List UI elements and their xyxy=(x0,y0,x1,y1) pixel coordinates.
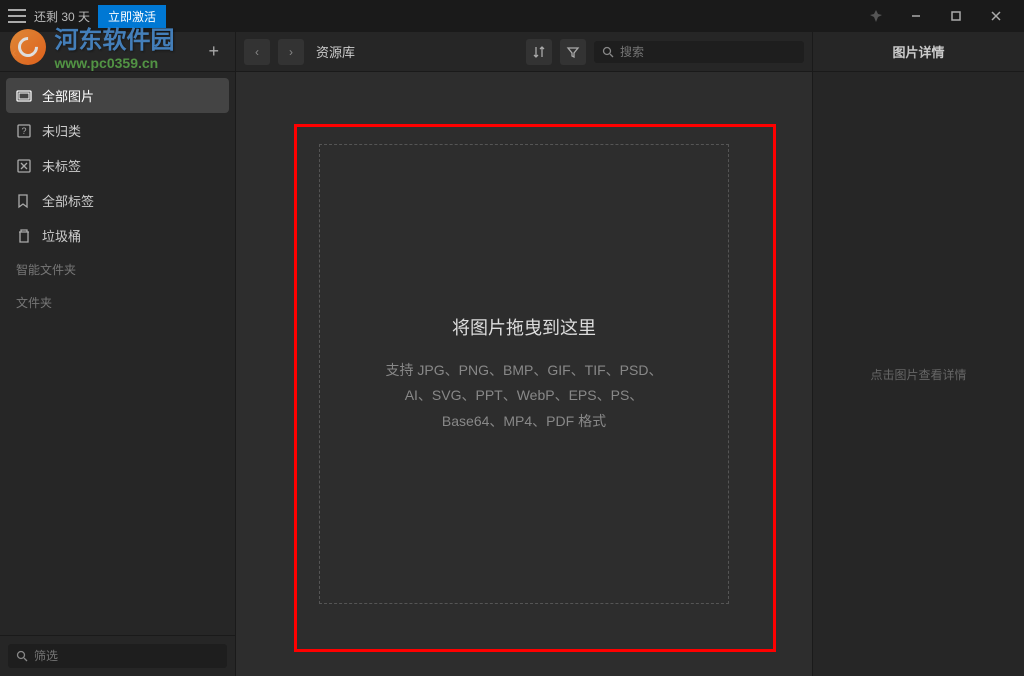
search-icon xyxy=(602,46,614,58)
filter-input-wrap[interactable] xyxy=(8,644,227,668)
sidebar-item-trash[interactable]: 垃圾桶 xyxy=(6,218,229,253)
sidebar-item-label: 未归类 xyxy=(42,121,81,140)
search-icon xyxy=(16,650,28,662)
activate-button[interactable]: 立即激活 xyxy=(98,5,166,28)
nav-back-button[interactable]: ‹ xyxy=(244,39,270,65)
sort-button[interactable] xyxy=(526,39,552,65)
trial-days-text: 还剩 30 天 xyxy=(34,8,90,25)
maximize-button[interactable] xyxy=(936,0,976,32)
sidebar-back-icon[interactable]: ‹ xyxy=(8,40,21,64)
sidebar: ‹ › + 全部图片 ? 未归类 未标签 xyxy=(0,32,236,676)
untagged-icon xyxy=(16,158,32,174)
all-images-icon xyxy=(16,88,32,104)
sidebar-item-all-tags[interactable]: 全部标签 xyxy=(6,183,229,218)
trash-icon xyxy=(16,228,32,244)
tags-icon xyxy=(16,193,32,209)
sidebar-add-button[interactable]: + xyxy=(200,41,227,62)
sidebar-section-smart-folders[interactable]: 智能文件夹 xyxy=(6,253,229,286)
sidebar-item-label: 全部标签 xyxy=(42,191,94,210)
sidebar-item-all-images[interactable]: 全部图片 xyxy=(6,78,229,113)
uncategorized-icon: ? xyxy=(16,123,32,139)
nav-forward-button[interactable]: › xyxy=(278,39,304,65)
filter-input[interactable] xyxy=(34,649,219,663)
pin-icon[interactable] xyxy=(856,0,896,32)
search-input-wrap[interactable] xyxy=(594,41,804,63)
breadcrumb: 资源库 xyxy=(316,42,518,61)
details-empty-hint: 点击图片查看详情 xyxy=(813,72,1024,676)
sidebar-section-folders[interactable]: 文件夹 xyxy=(6,286,229,319)
titlebar: 还剩 30 天 立即激活 xyxy=(0,0,1024,32)
hamburger-menu-icon[interactable] xyxy=(8,9,26,23)
sidebar-item-label: 未标签 xyxy=(42,156,81,175)
content-area: ‹ › 资源库 将图片拖曳到这里 支持 JPG、PNG、BMP、GIF、TIF、… xyxy=(236,32,812,676)
close-button[interactable] xyxy=(976,0,1016,32)
details-panel: 图片详情 点击图片查看详情 xyxy=(812,32,1024,676)
details-header: 图片详情 xyxy=(813,32,1024,72)
dropzone-title: 将图片拖曳到这里 xyxy=(452,314,596,340)
sidebar-item-uncategorized[interactable]: ? 未归类 xyxy=(6,113,229,148)
sidebar-forward-icon[interactable]: › xyxy=(25,40,38,64)
dropzone-formats: 支持 JPG、PNG、BMP、GIF、TIF、PSD、AI、SVG、PPT、We… xyxy=(374,358,674,434)
sidebar-item-untagged[interactable]: 未标签 xyxy=(6,148,229,183)
sidebar-item-label: 全部图片 xyxy=(42,86,94,105)
svg-text:?: ? xyxy=(21,126,26,136)
filter-button[interactable] xyxy=(560,39,586,65)
sidebar-item-label: 垃圾桶 xyxy=(42,226,81,245)
dropzone[interactable]: 将图片拖曳到这里 支持 JPG、PNG、BMP、GIF、TIF、PSD、AI、S… xyxy=(319,144,729,604)
search-input[interactable] xyxy=(620,45,796,59)
minimize-button[interactable] xyxy=(896,0,936,32)
